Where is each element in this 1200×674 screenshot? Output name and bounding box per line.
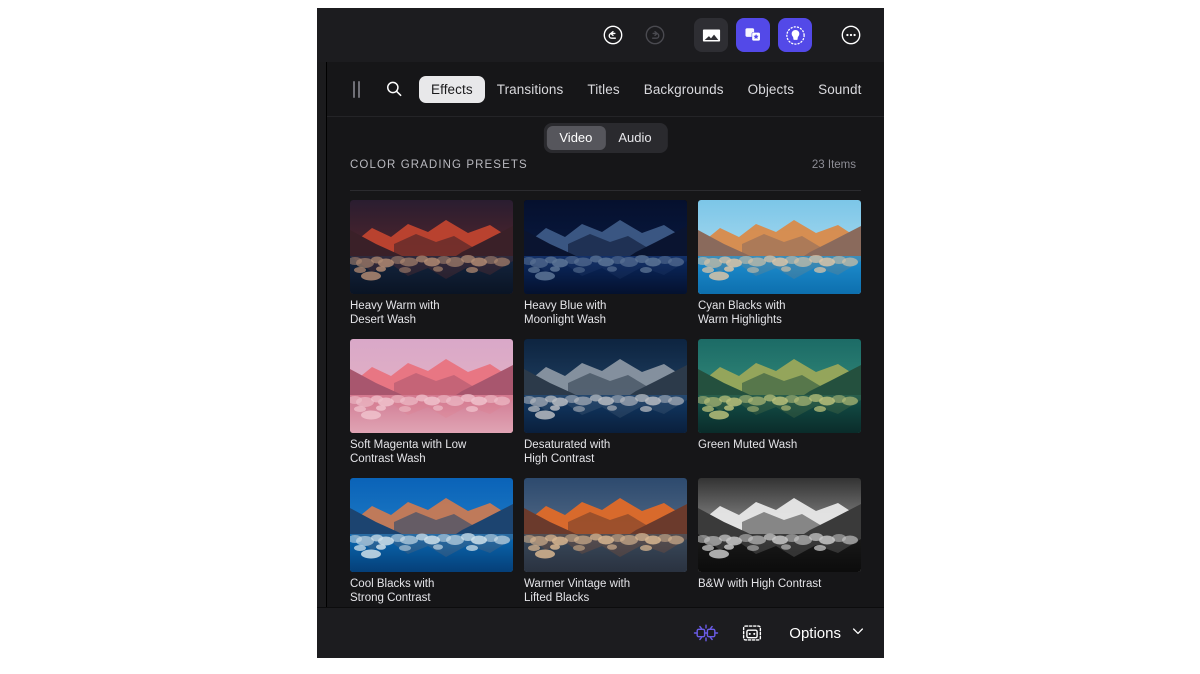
tab-objects[interactable]: Objects: [736, 76, 806, 103]
tab-transitions[interactable]: Transitions: [485, 76, 576, 103]
tab-backgrounds[interactable]: Backgrounds: [632, 76, 736, 103]
media-type-row: Video Audio: [327, 117, 884, 155]
more-icon[interactable]: [834, 18, 868, 52]
video-editor-window: Effects Transitions Titles Backgrounds O…: [317, 8, 884, 658]
preset-card[interactable]: B&W with High Contrast: [698, 478, 861, 606]
preset-label: Soft Magenta with Low Contrast Wash: [350, 439, 467, 465]
preset-card[interactable]: Heavy Warm with Desert Wash: [350, 200, 513, 328]
preset-card[interactable]: Cool Blacks with Strong Contrast: [350, 478, 513, 606]
media-icon[interactable]: [694, 18, 728, 52]
media-browser-panel: Effects Transitions Titles Backgrounds O…: [326, 62, 884, 607]
preset-label: Cool Blacks with Strong Contrast: [350, 578, 435, 604]
preset-label: Desaturated with High Contrast: [524, 439, 611, 465]
screenshot-root: Effects Transitions Titles Backgrounds O…: [0, 0, 1200, 674]
panel-drag-handle[interactable]: [347, 79, 365, 99]
preset-label: Cyan Blacks with Warm Highlights: [698, 300, 786, 326]
redo-icon[interactable]: [638, 18, 672, 52]
ai-enhance-icon[interactable]: [691, 618, 721, 648]
preset-label: Heavy Warm with Desert Wash: [350, 300, 440, 326]
browser-tab-bar: Effects Transitions Titles Backgrounds O…: [327, 62, 884, 117]
undo-icon[interactable]: [596, 18, 630, 52]
options-button[interactable]: Options: [783, 619, 868, 647]
preset-card[interactable]: Cyan Blacks with Warm Highlights: [698, 200, 861, 328]
preset-thumbnail[interactable]: [350, 339, 513, 433]
chevron-down-icon: [850, 623, 866, 643]
preset-thumbnail[interactable]: [350, 200, 513, 294]
preset-card[interactable]: Green Muted Wash: [698, 339, 861, 467]
section-header: COLOR GRADING PRESETS 23 Items: [327, 155, 884, 181]
ai-robot-icon[interactable]: [737, 618, 767, 648]
options-label: Options: [789, 624, 841, 642]
magic-icon[interactable]: [778, 18, 812, 52]
preset-thumbnail[interactable]: [698, 339, 861, 433]
preset-thumbnail[interactable]: [698, 478, 861, 572]
preset-card[interactable]: Warmer Vintage with Lifted Blacks: [524, 478, 687, 606]
search-icon[interactable]: [379, 74, 409, 104]
tab-titles[interactable]: Titles: [575, 76, 631, 103]
preset-card[interactable]: Heavy Blue with Moonlight Wash: [524, 200, 687, 328]
preset-label: B&W with High Contrast: [698, 578, 822, 590]
preset-thumbnail[interactable]: [524, 339, 687, 433]
preset-card[interactable]: Desaturated with High Contrast: [524, 339, 687, 467]
preset-label: Heavy Blue with Moonlight Wash: [524, 300, 607, 326]
media-type-segmented-control: Video Audio: [543, 123, 668, 153]
tab-soundtracks[interactable]: Soundt: [806, 76, 873, 103]
preset-card[interactable]: Soft Magenta with Low Contrast Wash: [350, 339, 513, 467]
tab-effects[interactable]: Effects: [419, 75, 485, 103]
preset-label: Warmer Vintage with Lifted Blacks: [524, 578, 631, 604]
preset-thumbnail[interactable]: [524, 200, 687, 294]
preset-thumbnail[interactable]: [524, 478, 687, 572]
item-count: 23 Items: [811, 159, 856, 171]
segment-audio[interactable]: Audio: [605, 126, 664, 150]
preset-label: Green Muted Wash: [698, 439, 798, 451]
segment-video[interactable]: Video: [546, 126, 606, 150]
bottom-toolbar: Options: [317, 607, 884, 658]
top-toolbar: [317, 8, 884, 62]
preset-thumbnail[interactable]: [350, 478, 513, 572]
preset-thumbnail[interactable]: [698, 200, 861, 294]
preset-grid: Heavy Warm with Desert Wash Heavy Blue wi…: [327, 191, 884, 617]
effects-icon[interactable]: [736, 18, 770, 52]
section-title: COLOR GRADING PRESETS: [350, 159, 528, 171]
